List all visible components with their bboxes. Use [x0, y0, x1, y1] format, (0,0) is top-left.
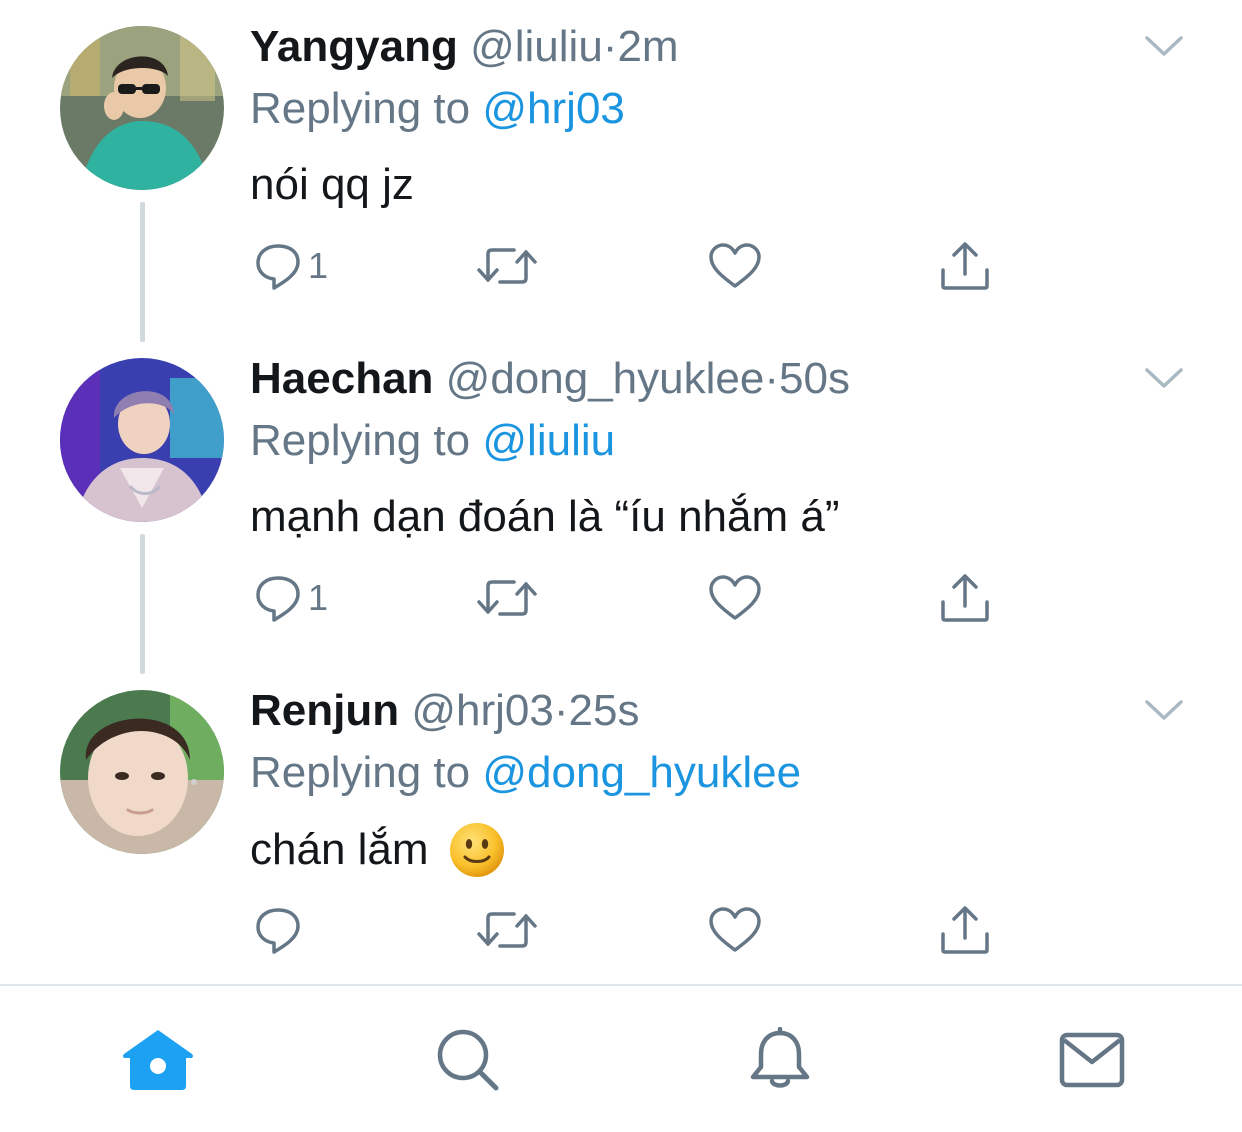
mention-link[interactable]: @liuliu: [482, 416, 615, 465]
heart-icon: [709, 907, 761, 952]
mention-link[interactable]: @dong_hyuklee: [482, 748, 801, 797]
separator-dot: ·: [764, 354, 779, 403]
user-handle[interactable]: @hrj03: [411, 686, 554, 735]
tweet-text: mạnh dạn đoán là “íu nhắm á”: [250, 490, 840, 544]
tweet-header: Haechan @dong_hyuklee·50s: [250, 352, 850, 406]
like-button[interactable]: [708, 902, 762, 958]
tweet-haechan[interactable]: Haechan @dong_hyuklee·50s Replying to @l…: [0, 332, 1242, 674]
display-name[interactable]: Yangyang: [250, 22, 458, 71]
tweet-text: nói qq jz: [250, 158, 414, 212]
reply-icon: [256, 244, 300, 290]
separator-dot: ·: [602, 22, 618, 71]
tab-messages[interactable]: [1052, 1020, 1132, 1100]
tweet-renjun[interactable]: Renjun @hrj03·25s Replying to @dong_hyuk…: [0, 664, 1242, 996]
chevron-down-icon[interactable]: [1144, 366, 1184, 390]
reply-count: 1: [308, 577, 329, 618]
tweet-body: chán lắm: [250, 825, 429, 874]
display-name[interactable]: Renjun: [250, 686, 399, 735]
share-icon: [941, 906, 989, 954]
tweet-actions: 1: [0, 238, 1242, 298]
messages-icon: [1059, 1032, 1125, 1088]
reply-button[interactable]: 1: [254, 238, 328, 294]
timestamp[interactable]: 50s: [779, 354, 850, 403]
avatar[interactable]: [60, 358, 224, 522]
share-icon: [941, 574, 989, 622]
home-icon: [123, 1030, 193, 1090]
reply-count: 1: [308, 245, 329, 286]
replying-to-line: Replying to @hrj03: [250, 82, 625, 136]
heart-icon: [709, 575, 761, 620]
replying-label: Replying to: [250, 84, 471, 133]
replying-label: Replying to: [250, 416, 471, 465]
reply-icon: [256, 908, 300, 954]
user-handle[interactable]: @liuliu: [470, 22, 603, 71]
notifications-icon: [750, 1027, 810, 1088]
like-button[interactable]: [708, 238, 762, 294]
reply-button[interactable]: [254, 902, 308, 958]
chevron-down-icon[interactable]: [1144, 34, 1184, 58]
retweet-button[interactable]: [476, 902, 538, 958]
retweet-icon: [477, 248, 537, 284]
share-button[interactable]: [938, 570, 992, 626]
avatar-photo-icon: [60, 690, 224, 854]
avatar[interactable]: [60, 690, 224, 854]
tab-notifications[interactable]: [740, 1020, 820, 1100]
replying-to-line: Replying to @dong_hyuklee: [250, 746, 801, 800]
avatar[interactable]: [60, 26, 224, 190]
tweet-yangyang[interactable]: Yangyang @liuliu·2m Replying to @hrj03 n…: [0, 0, 1242, 342]
mention-link[interactable]: @hrj03: [482, 84, 625, 133]
tweet-actions: 1: [0, 570, 1242, 630]
heart-icon: [709, 243, 761, 288]
tab-search[interactable]: [428, 1020, 508, 1100]
retweet-icon: [477, 912, 537, 948]
reply-icon: [256, 576, 300, 622]
share-button[interactable]: [938, 238, 992, 294]
display-name[interactable]: Haechan: [250, 354, 433, 403]
tweet-text: chán lắm: [250, 822, 505, 878]
timestamp[interactable]: 25s: [569, 686, 640, 735]
retweet-icon: [477, 580, 537, 616]
tweet-body: mạnh dạn đoán là “íu nhắm á”: [250, 492, 840, 541]
timestamp[interactable]: 2m: [617, 22, 678, 71]
replying-label: Replying to: [250, 748, 471, 797]
retweet-button[interactable]: [476, 238, 538, 294]
separator-dot: ·: [553, 686, 569, 735]
share-icon: [941, 242, 989, 290]
tweet-thread-screen: Yangyang @liuliu·2m Replying to @hrj03 n…: [0, 0, 1242, 1132]
slightly-smiling-face-icon: [449, 823, 504, 877]
tweet-header: Renjun @hrj03·25s: [250, 684, 639, 738]
avatar-photo-icon: [60, 358, 224, 522]
reply-button[interactable]: 1: [254, 570, 328, 626]
tweet-header: Yangyang @liuliu·2m: [250, 20, 679, 74]
replying-to-line: Replying to @liuliu: [250, 414, 615, 468]
bottom-tab-bar: [0, 984, 1242, 1132]
like-button[interactable]: [708, 570, 762, 626]
user-handle[interactable]: @dong_hyuklee: [446, 354, 765, 403]
tweet-actions: [0, 902, 1242, 962]
tweet-body: nói qq jz: [250, 160, 414, 209]
retweet-button[interactable]: [476, 570, 538, 626]
search-icon: [437, 1029, 499, 1091]
chevron-down-icon[interactable]: [1144, 698, 1184, 722]
avatar-photo-icon: [60, 26, 224, 190]
tab-home[interactable]: [118, 1020, 198, 1100]
share-button[interactable]: [938, 902, 992, 958]
